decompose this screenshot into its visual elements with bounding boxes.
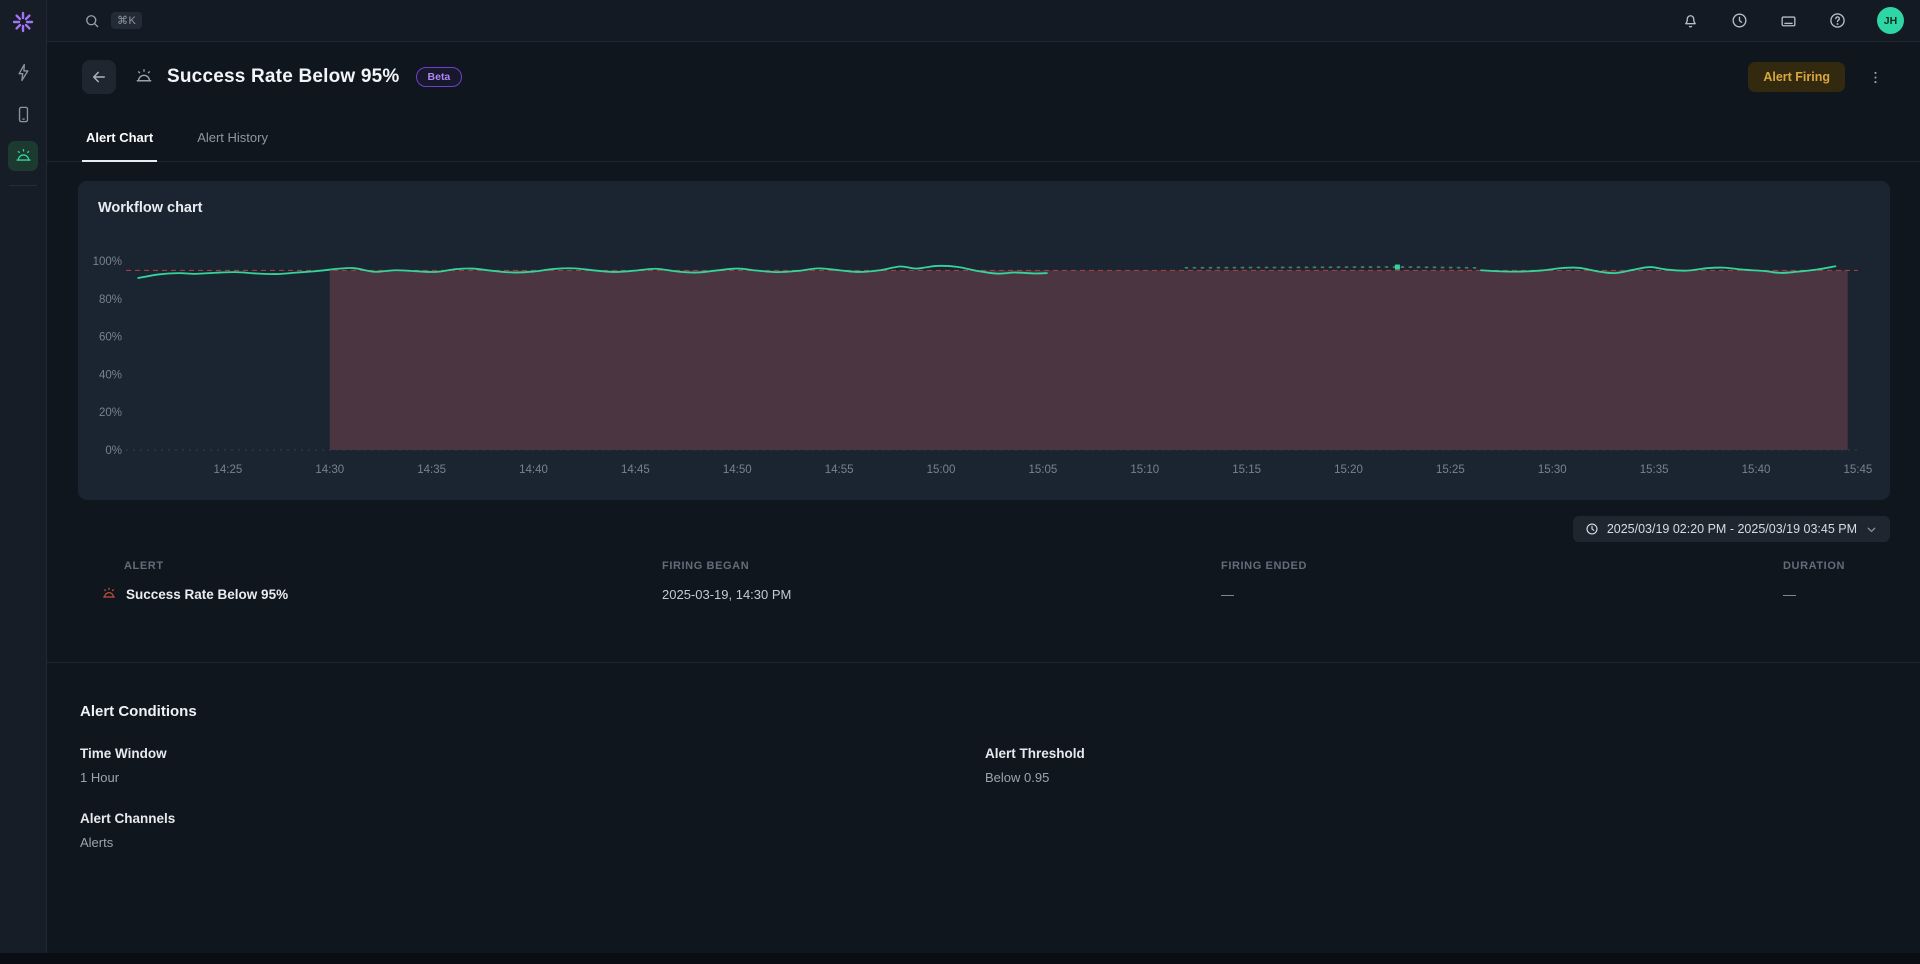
sidebar-item-apps[interactable]	[8, 99, 38, 129]
svg-text:80%: 80%	[99, 294, 122, 306]
tab-bar: Alert Chart Alert History	[47, 130, 1920, 162]
page-header: Success Rate Below 95% Beta Alert Firing	[82, 60, 1884, 94]
firing-siren-icon	[101, 586, 117, 602]
data-point-marker	[1395, 265, 1400, 270]
svg-text:15:05: 15:05	[1028, 464, 1057, 476]
svg-text:15:10: 15:10	[1130, 464, 1159, 476]
firing-began-value: 2025-03-19, 14:30 PM	[662, 587, 1221, 602]
svg-text:14:30: 14:30	[315, 464, 344, 476]
column-duration: DURATION	[1783, 560, 1920, 572]
clock-icon	[1585, 522, 1599, 536]
svg-text:100%: 100%	[93, 256, 122, 268]
date-range-picker[interactable]: 2025/03/19 02:20 PM - 2025/03/19 03:45 P…	[1573, 516, 1890, 542]
svg-text:14:45: 14:45	[621, 464, 650, 476]
keyboard-icon[interactable]	[1779, 11, 1798, 30]
firing-ended-value: —	[1221, 587, 1783, 602]
svg-text:14:35: 14:35	[417, 464, 446, 476]
mobile-device-icon	[14, 105, 33, 124]
svg-text:20%: 20%	[99, 407, 122, 419]
alerts-table-header: ALERT FIRING BEGAN FIRING ENDED DURATION	[101, 560, 1920, 572]
series-success-rate-sparse	[1186, 267, 1481, 268]
svg-text:15:20: 15:20	[1334, 464, 1363, 476]
notifications-bell-icon[interactable]	[1681, 11, 1700, 30]
condition-alert-threshold: Alert Threshold Below 0.95	[985, 746, 1920, 785]
search-shortcut-badge: ⌘K	[111, 12, 142, 29]
chevron-down-icon	[1865, 523, 1878, 536]
back-button[interactable]	[82, 60, 116, 94]
table-row[interactable]: Success Rate Below 95% 2025-03-19, 14:30…	[101, 586, 1920, 602]
page-title: Success Rate Below 95%	[167, 66, 400, 88]
topbar: ⌘K JH	[47, 0, 1920, 42]
firing-region	[330, 270, 1848, 450]
beta-badge: Beta	[416, 67, 463, 87]
svg-text:15:35: 15:35	[1640, 464, 1669, 476]
tab-alert-chart[interactable]: Alert Chart	[82, 130, 157, 162]
date-range-value: 2025/03/19 02:20 PM - 2025/03/19 03:45 P…	[1607, 522, 1857, 536]
svg-text:15:40: 15:40	[1742, 464, 1771, 476]
alert-name: Success Rate Below 95%	[126, 587, 288, 602]
global-search[interactable]: ⌘K	[83, 12, 142, 30]
workflow-chart-panel: Workflow chart 0%20%40%60%80%100%14:2514…	[78, 181, 1890, 500]
svg-text:40%: 40%	[99, 369, 122, 381]
sidebar-divider	[9, 185, 37, 186]
alert-conditions-section: Alert Conditions Time Window 1 Hour Aler…	[47, 663, 1920, 850]
column-firing-began: FIRING BEGAN	[662, 560, 1221, 572]
svg-text:14:50: 14:50	[723, 464, 752, 476]
svg-text:15:15: 15:15	[1232, 464, 1261, 476]
svg-text:0%: 0%	[105, 445, 122, 457]
svg-text:14:55: 14:55	[825, 464, 854, 476]
svg-text:15:45: 15:45	[1843, 464, 1872, 476]
svg-text:15:25: 15:25	[1436, 464, 1465, 476]
svg-text:15:30: 15:30	[1538, 464, 1567, 476]
condition-time-window: Time Window 1 Hour	[80, 746, 985, 785]
kebab-menu-icon[interactable]	[1867, 69, 1884, 86]
conditions-heading: Alert Conditions	[80, 703, 1920, 720]
alert-firing-status-button[interactable]: Alert Firing	[1748, 62, 1845, 92]
lightning-icon	[14, 63, 33, 82]
history-clock-icon[interactable]	[1730, 11, 1749, 30]
svg-text:14:40: 14:40	[519, 464, 548, 476]
inngest-logo-icon[interactable]	[10, 9, 36, 35]
user-avatar[interactable]: JH	[1877, 7, 1904, 34]
help-icon[interactable]	[1828, 11, 1847, 30]
main-content: Success Rate Below 95% Beta Alert Firing…	[47, 42, 1920, 953]
svg-text:15:00: 15:00	[927, 464, 956, 476]
condition-alert-channels: Alert Channels Alerts	[80, 811, 985, 850]
alerts-table: ALERT FIRING BEGAN FIRING ENDED DURATION…	[47, 560, 1920, 602]
tab-alert-history[interactable]: Alert History	[193, 130, 272, 161]
app-window: ⌘K JH Success Rate	[0, 0, 1920, 953]
svg-text:14:25: 14:25	[213, 464, 242, 476]
sidebar	[0, 0, 47, 953]
siren-icon	[14, 147, 33, 166]
sidebar-item-alerts[interactable]	[8, 141, 38, 171]
alert-siren-icon	[134, 67, 154, 87]
search-icon	[83, 12, 101, 30]
sidebar-item-functions[interactable]	[8, 57, 38, 87]
duration-value: —	[1783, 587, 1920, 602]
column-alert: ALERT	[101, 560, 662, 572]
workflow-chart-svg[interactable]: 0% 20% 40% 60% 80% 100% 14:25 14:30 14:35 14:40 14…	[78, 181, 1890, 500]
svg-text:60%: 60%	[99, 332, 122, 344]
column-firing-ended: FIRING ENDED	[1221, 560, 1783, 572]
